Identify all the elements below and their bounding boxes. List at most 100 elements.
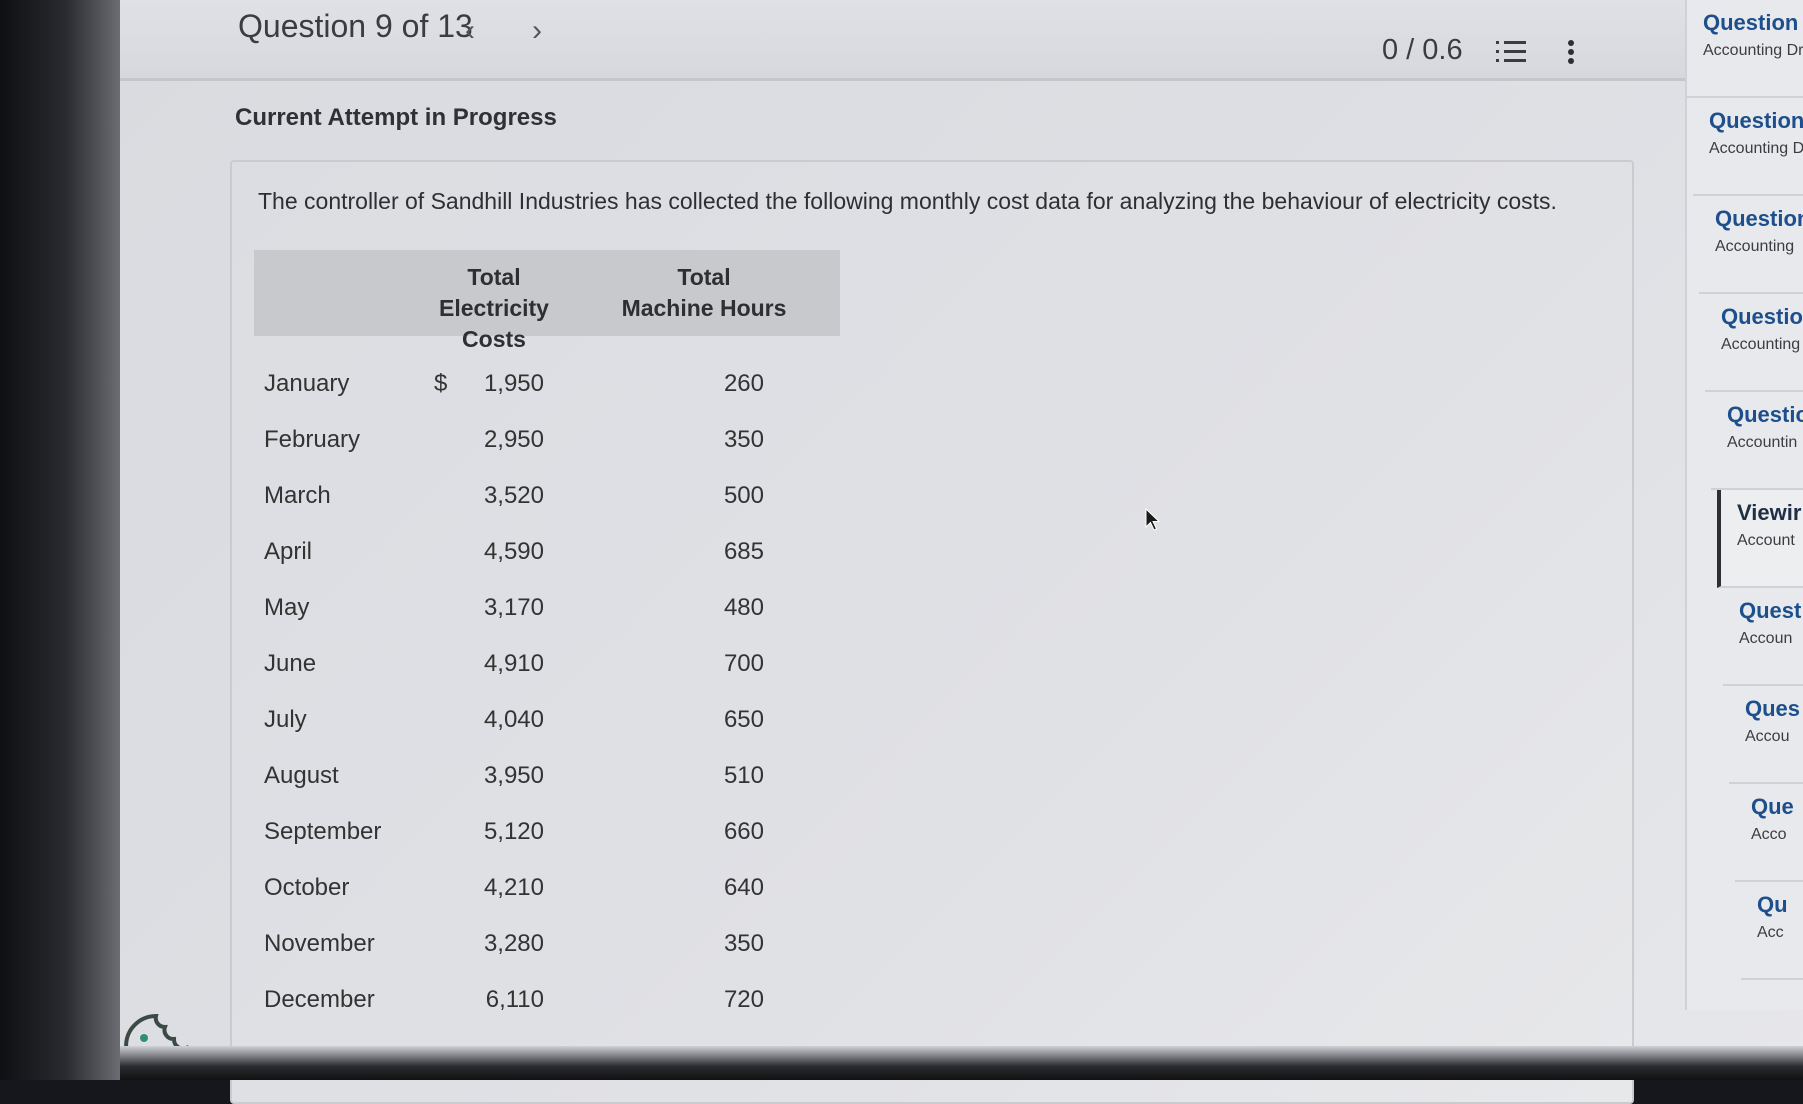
cost-cell: 1,950 [483,370,544,397]
sidebar-item-subtitle: Account [1737,532,1795,549]
question-prompt: The controller of Sandhill Industries ha… [258,188,1557,214]
hours-cell: 685 [723,538,764,565]
sidebar-question-item[interactable]: Quest Accoun [1723,588,1803,686]
sidebar-item-subtitle: Accounting D [1709,140,1803,157]
hours-cell: 510 [723,762,764,789]
sidebar-item-subtitle: Accounting [1715,238,1795,255]
cost-cell: 3,170 [483,594,544,621]
month-cell: February [264,426,361,453]
hours-cell: 500 [723,482,764,509]
next-question-button[interactable]: › [532,14,542,48]
hours-cell: 350 [723,426,764,453]
hours-cell: 640 [723,874,764,901]
month-cell: August [264,762,339,789]
table-row: March 3,520 500 [254,482,840,522]
cost-cell: 4,210 [483,874,544,901]
sidebar-item-title: Questic [1727,402,1803,427]
column-header-costs: Total Electricity Costs [404,262,584,355]
sidebar-item-title: Ques [1745,696,1801,721]
kebab-icon[interactable] [1567,40,1575,69]
hours-header-line2: Machine Hours [621,295,787,321]
attempt-status: Current Attempt in Progress [235,104,557,131]
sidebar-item-subtitle: Acco [1751,826,1787,843]
question-sidebar: Question 4 Accounting Dr Question Accoun… [1685,0,1803,1010]
table-row: September 5,120 660 [254,818,840,858]
month-cell: January [264,370,350,397]
table-header: Total Electricity Costs Total Machine Ho… [254,250,840,352]
mouse-cursor-icon [1145,507,1161,537]
costs-header-line1: Total [467,264,521,290]
table-row: November 3,280 350 [254,930,840,970]
sidebar-item-title: Viewir [1737,500,1802,525]
sidebar-item-subtitle: Acc [1757,924,1784,941]
month-cell: December [264,986,375,1013]
sidebar-item-subtitle: Accou [1745,728,1790,745]
month-cell: May [264,594,310,621]
monitor-bezel [0,0,120,1080]
hours-cell: 650 [723,706,764,733]
sidebar-question-item[interactable]: Questic Accountin [1711,392,1803,490]
cost-cell: 6,110 [485,986,544,1013]
sidebar-item-subtitle: Accountin [1727,434,1798,451]
sidebar-item-title: Question [1715,206,1803,231]
month-cell: April [264,538,313,565]
table-row: July 4,040 650 [254,706,840,746]
list-icon[interactable] [1496,40,1526,69]
hours-cell: 660 [723,818,764,845]
hours-cell: 350 [723,930,764,957]
sidebar-item-title: Question 4 [1703,10,1803,35]
cost-cell: 4,910 [483,650,544,677]
costs-header-line2: Electricity Costs [439,295,549,352]
score-display: 0 / 0.6 [1382,34,1463,66]
month-cell: November [264,930,375,957]
month-cell: October [264,874,350,901]
sidebar-question-item[interactable]: Questio Accounting [1705,294,1803,392]
cost-cell: 3,280 [483,930,544,957]
previous-question-button[interactable]: ‹ [465,14,475,48]
sidebar-question-item[interactable]: Qu Acc [1741,882,1803,980]
hours-cell: 260 [723,370,764,397]
sidebar-question-item[interactable]: Question 4 Accounting Dr [1687,0,1803,98]
screen-bottom-edge [120,1046,1803,1080]
sidebar-item-subtitle: Accoun [1739,630,1793,647]
hours-cell: 720 [723,986,764,1013]
cost-cell: 3,520 [483,482,544,509]
hours-cell: 480 [723,594,764,621]
table-row: May 3,170 480 [254,594,840,634]
sidebar-item-subtitle: Accounting Dr [1703,42,1803,59]
sidebar-question-item[interactable]: Question Accounting D [1693,98,1803,196]
table-row: February 2,950 350 [254,426,840,466]
sidebar-question-item[interactable]: Que Acco [1735,784,1803,882]
cost-cell: 4,040 [483,706,544,733]
sidebar-item-title: Que [1751,794,1794,819]
question-title: Question 9 of 13 [238,8,473,44]
month-cell: June [264,650,317,677]
cost-cell: 2,950 [483,426,544,453]
sidebar-item-title: Questio [1721,304,1803,329]
table-row: December 6,110 720 [254,986,840,1026]
cost-cell: 5,120 [483,818,544,845]
sidebar-item-title: Quest [1739,598,1802,623]
table-row: January $ 1,950 260 [254,370,840,410]
screen: Question 9 of 13 ‹ › 0 / 0.6 Current Att… [120,0,1803,1104]
question-header: Question 9 of 13 ‹ › 0 / 0.6 [120,0,1685,81]
month-cell: March [264,482,331,509]
question-card: The controller of Sandhill Industries ha… [230,160,1634,1104]
cost-cell: 3,950 [483,762,544,789]
sidebar-question-item[interactable]: Ques Accou [1729,686,1803,784]
table-row: August 3,950 510 [254,762,840,802]
table-row: June 4,910 700 [254,650,840,690]
sidebar-item-title: Qu [1757,892,1788,917]
dollar-sign: $ [434,370,448,397]
hours-cell: 700 [723,650,764,677]
month-cell: July [264,706,307,733]
month-cell: September [264,818,382,845]
table-row: October 4,210 640 [254,874,840,914]
column-header-hours: Total Machine Hours [614,262,794,324]
sidebar-item-subtitle: Accounting [1721,336,1801,353]
table-row: April 4,590 685 [254,538,840,578]
sidebar-question-item-current[interactable]: Viewir Account [1717,490,1803,588]
cost-cell: 4,590 [483,538,544,565]
sidebar-question-item[interactable]: Question Accounting [1699,196,1803,294]
hours-header-line1: Total [677,264,731,290]
